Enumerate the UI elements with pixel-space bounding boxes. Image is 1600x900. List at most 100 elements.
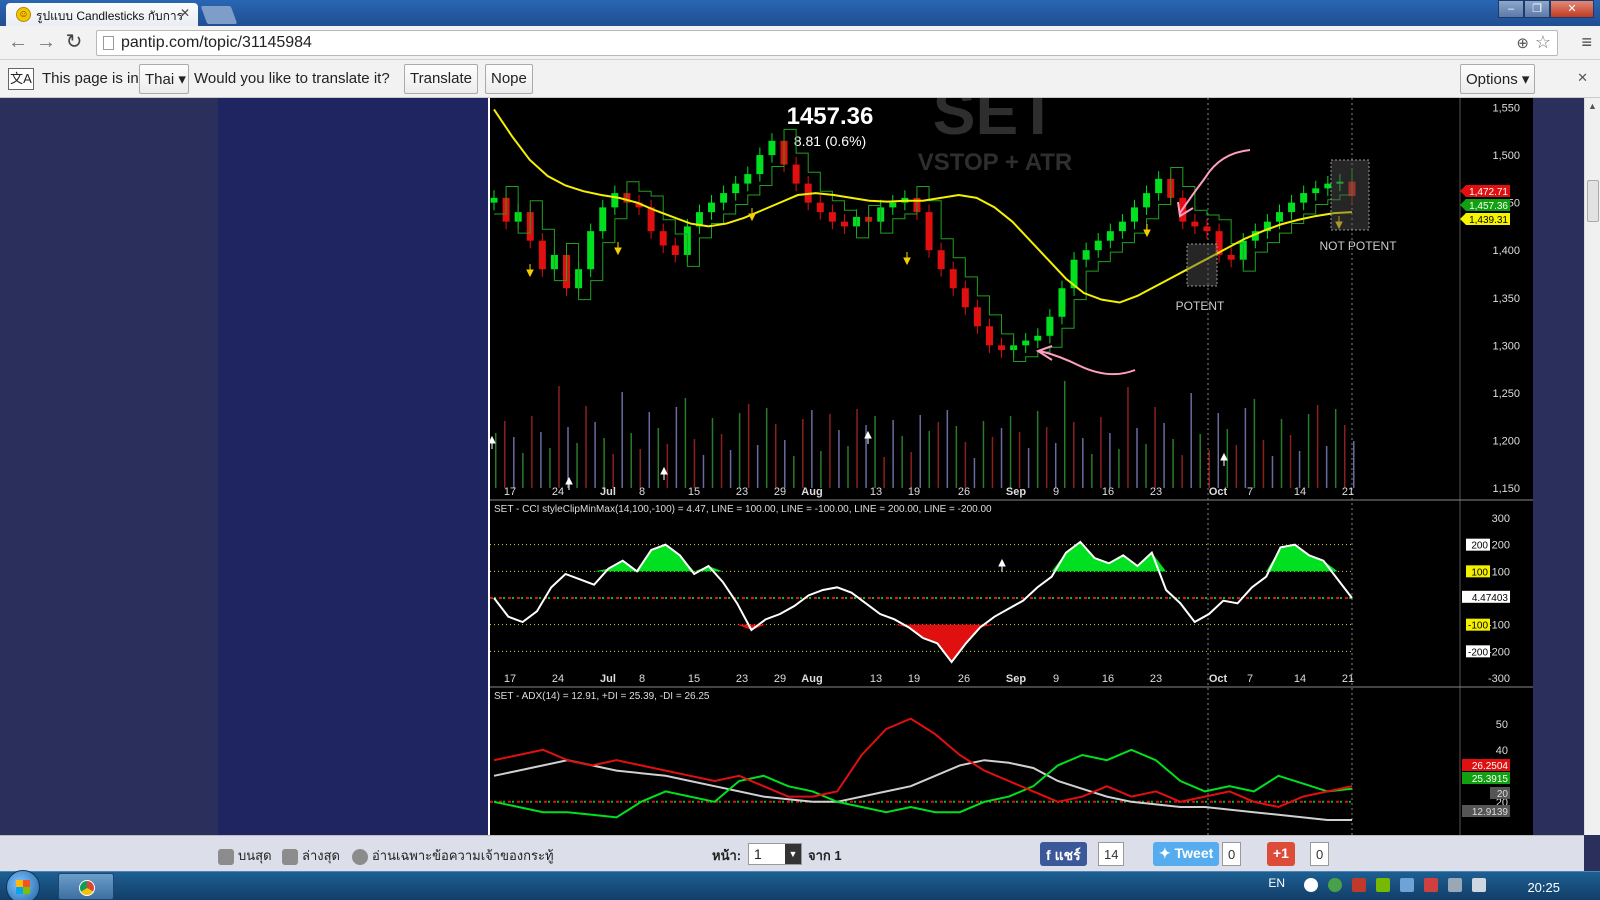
language-select[interactable]: Thai ▾ — [139, 64, 189, 94]
candle-body — [973, 307, 981, 327]
back-icon[interactable]: ← — [6, 31, 30, 55]
adx-badge-label: 12.9139 — [1472, 807, 1509, 818]
language-indicator[interactable]: EN — [1268, 876, 1285, 890]
candle-body — [647, 207, 655, 232]
cci-line — [493, 540, 1353, 664]
volume-bar — [1154, 407, 1156, 488]
candle-body — [1324, 183, 1332, 189]
gplus-button[interactable]: +1 — [1267, 842, 1295, 866]
candle-body — [1034, 335, 1042, 341]
volume-bar — [820, 451, 822, 488]
share-count: 14 — [1098, 842, 1125, 866]
tray-sync-icon[interactable] — [1328, 878, 1342, 892]
price-axis-tick: 1,250 — [1492, 388, 1520, 400]
tab-close-icon[interactable]: ✕ — [180, 6, 190, 20]
start-button[interactable] — [6, 870, 40, 900]
windows-logo-icon — [16, 880, 30, 894]
taskbar-chrome[interactable] — [58, 873, 114, 900]
volume-bar — [1018, 432, 1021, 488]
top-link[interactable]: บนสุด — [218, 845, 272, 866]
minimize-icon[interactable]: ‒ — [1498, 0, 1524, 18]
tray-nvidia-icon[interactable] — [1376, 878, 1390, 892]
zoom-icon[interactable]: ⊕ — [1516, 34, 1529, 52]
date-axis-label: 7 — [1247, 486, 1253, 498]
restore-icon[interactable]: ❐ — [1524, 0, 1550, 18]
tweet-button[interactable]: ✦ Tweet — [1153, 842, 1220, 866]
page-scrollbar[interactable]: ▲ — [1584, 98, 1600, 835]
date-axis-label: 16 — [1102, 673, 1114, 685]
volume-bar — [729, 450, 732, 488]
price-badge-label: 1,439.31 — [1469, 215, 1508, 226]
candle-body — [1275, 212, 1283, 222]
volume-bar — [802, 419, 804, 488]
adx-series-minusdi — [493, 717, 1353, 809]
tray-network-icon[interactable] — [1400, 878, 1414, 892]
date-axis-label: Aug — [801, 673, 822, 685]
candle-body — [1203, 226, 1211, 232]
volume-bar — [1325, 446, 1328, 488]
candle-body — [1046, 316, 1054, 336]
cci-title: SET - CCI styleClipMinMax(14,100,-100) =… — [494, 504, 992, 515]
volume-bar — [964, 442, 967, 488]
address-url: pantip.com/topic/31145984 — [121, 34, 312, 51]
translate-bar: 文A This page is in Thai ▾ Would you like… — [0, 60, 1600, 98]
menu-icon[interactable]: ≡ — [1581, 32, 1592, 53]
owner-only-link[interactable]: อ่านเฉพาะข้อความเจ้าของกระทู้ — [352, 845, 554, 866]
price-axis-tick: 1,350 — [1492, 293, 1520, 305]
moving-average-line — [493, 108, 1353, 304]
owner-icon — [352, 848, 368, 865]
candle-body — [599, 207, 607, 232]
address-bar[interactable]: pantip.com/topic/31145984 ⊕ ☆ — [96, 30, 1558, 56]
translate-button[interactable]: Translate — [404, 64, 478, 94]
volume-bar — [883, 457, 885, 488]
scroll-thumb[interactable] — [1587, 180, 1599, 222]
window-close-icon[interactable]: ✕ — [1550, 0, 1594, 18]
new-tab-button[interactable] — [200, 6, 238, 24]
nope-button[interactable]: Nope — [485, 64, 533, 94]
tray-volume-icon[interactable] — [1472, 878, 1486, 892]
volume-bar — [973, 458, 976, 488]
candle-body — [1094, 240, 1102, 251]
cci-oversold-fill — [494, 624, 1352, 662]
forward-icon[interactable]: → — [34, 31, 58, 55]
tray-display-icon[interactable] — [1448, 878, 1462, 892]
candle-body — [1300, 193, 1308, 203]
chart-watermark: SET — [933, 98, 1057, 148]
price-axis-tick: 1,300 — [1492, 340, 1520, 352]
scroll-up-icon[interactable]: ▲ — [1588, 101, 1597, 111]
volume-bar — [1235, 445, 1238, 488]
browser-tab[interactable]: ☺ รูปแบบ Candlesticks กับการ ✕ — [6, 3, 198, 26]
candle-body — [949, 269, 957, 289]
gplus-count: 0 — [1310, 842, 1330, 866]
facebook-share-button[interactable]: f แชร์ — [1040, 842, 1087, 866]
sell-arrow-icon — [748, 208, 756, 222]
bookmark-star-icon[interactable]: ☆ — [1535, 32, 1551, 53]
date-axis-label: 13 — [870, 673, 882, 685]
reload-icon[interactable]: ↻ — [62, 31, 86, 55]
volume-bar — [612, 454, 614, 488]
date-axis-label: 23 — [1150, 673, 1162, 685]
date-axis-label: 21 — [1342, 673, 1354, 685]
tray-warning-icon[interactable] — [1352, 878, 1366, 892]
buy-arrow-icon — [490, 435, 496, 449]
bottom-link[interactable]: ล่างสุด — [282, 845, 340, 866]
candle-body — [1082, 250, 1090, 260]
facebook-icon: f — [1046, 847, 1051, 863]
twitter-icon: ✦ — [1159, 845, 1171, 861]
options-button[interactable]: Options ▾ — [1460, 64, 1536, 94]
adx-series-adx — [493, 759, 1352, 821]
not-potent-label: NOT POTENT — [1319, 239, 1397, 253]
volume-bar — [919, 415, 921, 488]
tray-flag-icon[interactable] — [1424, 878, 1438, 892]
volume-bar — [1091, 454, 1093, 488]
page-select[interactable]: 1 ▼ — [748, 843, 802, 865]
candle-body — [816, 202, 824, 213]
candle-body — [611, 193, 619, 208]
sell-arrow-icon — [1143, 224, 1151, 238]
cci-axis-tick: -200 — [1488, 646, 1510, 658]
translate-close-icon[interactable]: ✕ — [1577, 70, 1588, 86]
date-axis-label: 9 — [1053, 486, 1059, 498]
buy-arrow-icon — [565, 476, 573, 490]
volume-bar — [1253, 399, 1256, 488]
tray-app-icon[interactable] — [1304, 878, 1318, 892]
